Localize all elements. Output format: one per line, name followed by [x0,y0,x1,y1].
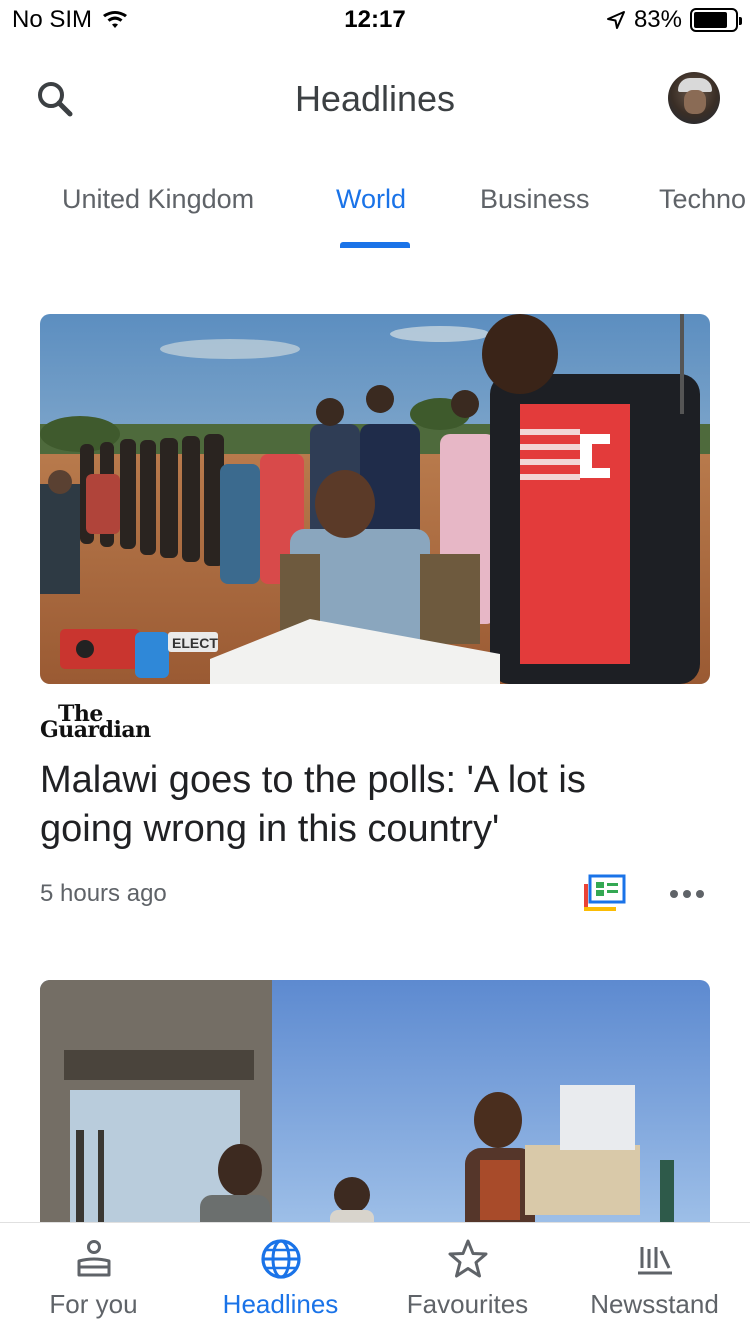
nav-favourites[interactable]: Favourites [374,1223,561,1334]
location-arrow-icon [606,11,625,29]
article-image[interactable]: ELECT [40,314,710,684]
globe-icon [260,1239,301,1279]
battery-icon [690,8,742,32]
article-photo-2 [40,980,710,1230]
battery-percent: 83% [633,6,682,33]
status-bar: No SIM 12:17 83% [0,0,750,40]
article-time: 5 hours ago [40,880,167,907]
tab-world[interactable]: World [336,184,406,215]
image-sign-text: ELECT [172,635,218,651]
nav-label-for-you: For you [49,1289,138,1319]
page-title: Headlines [294,78,456,119]
full-coverage-icon [584,874,626,911]
full-coverage-button[interactable] [582,874,628,914]
battery-tip [739,17,742,25]
more-dot [696,890,704,898]
nav-newsstand[interactable]: Newsstand [561,1223,748,1334]
newsstand-icon [637,1247,672,1275]
avatar-face [684,90,706,114]
person-icon [77,1240,110,1277]
source-logo-line2: Guardian [40,717,151,743]
battery-fill [694,12,728,28]
tab-united-kingdom[interactable]: United Kingdom [62,184,254,215]
article-image-2[interactable] [40,980,710,1230]
section-tabs: United Kingdom World Business Techno [0,170,750,250]
source-logo[interactable]: The Guardian [40,703,151,743]
tab-business[interactable]: Business [480,184,590,215]
screen: No SIM 12:17 83% Headlines United Kingdo… [0,0,750,1334]
more-dot [670,890,678,898]
bottom-navigation: For you Headlines Favourites Newsstand [0,1222,750,1334]
nav-label-headlines: Headlines [222,1289,339,1319]
nav-headlines[interactable]: Headlines [187,1223,374,1334]
more-options-button[interactable] [664,876,710,912]
app-header: Headlines [0,60,750,136]
tab-technology[interactable]: Techno [659,184,746,215]
more-dot [683,890,691,898]
article-photo: ELECT [40,314,710,684]
tab-indicator [340,242,410,248]
nav-label-favourites: Favourites [406,1289,529,1319]
nav-for-you[interactable]: For you [0,1223,187,1334]
star-icon [448,1239,487,1278]
nav-label-newsstand: Newsstand [590,1289,719,1319]
article-headline[interactable]: Malawi goes to the polls: 'A lot is goin… [40,756,680,854]
avatar[interactable] [668,72,720,124]
status-right: 83% [606,6,742,34]
